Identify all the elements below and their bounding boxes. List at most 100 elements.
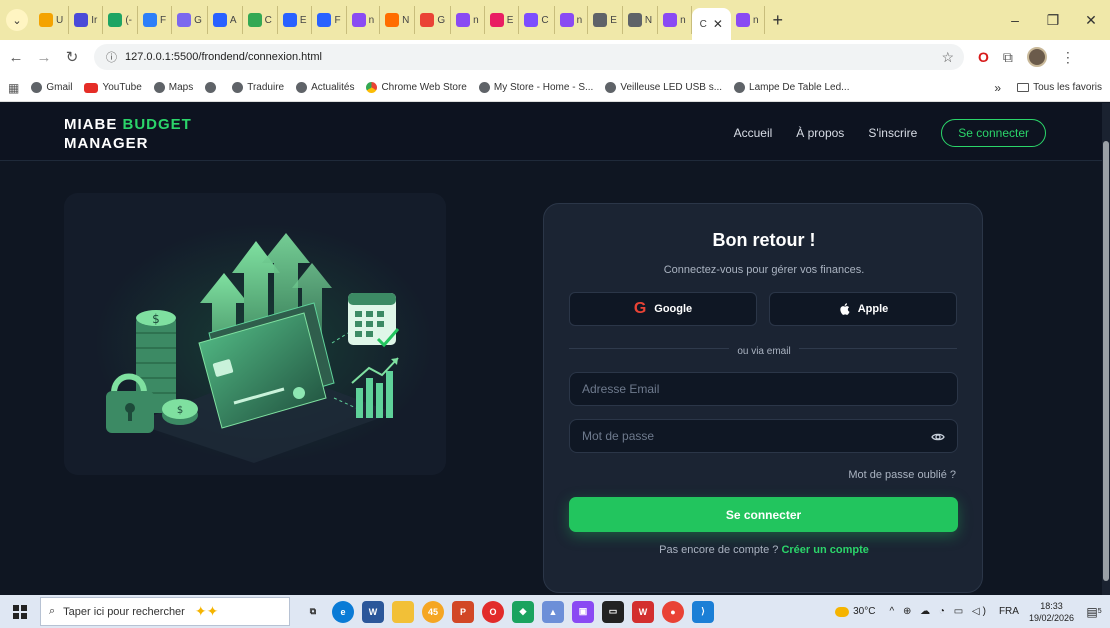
opera-icon[interactable]: O: [482, 600, 504, 623]
google-login-button[interactable]: G Google: [569, 292, 757, 326]
brand-logo[interactable]: MIABE BUDGET MANAGER: [64, 115, 214, 153]
opera-extension-icon[interactable]: O: [978, 49, 989, 65]
eye-icon[interactable]: [931, 430, 945, 444]
browser-tab[interactable]: n: [451, 6, 485, 34]
browser-tab-active[interactable]: C ✕: [691, 8, 731, 40]
url-field[interactable]: ⓘ 127.0.0.1:5500/frondend/connexion.html…: [94, 44, 964, 70]
bookmark-item[interactable]: Veilleuse LED USB s...: [605, 82, 722, 93]
all-bookmarks-link[interactable]: Tous les favoris: [1033, 82, 1102, 93]
close-window-icon[interactable]: ✕: [1072, 0, 1110, 40]
apple-icon: [840, 303, 850, 315]
login-submit-button[interactable]: Se connecter: [569, 497, 958, 532]
browser-tab[interactable]: G: [415, 6, 452, 34]
browser-tab[interactable]: n: [731, 6, 765, 34]
browser-tab[interactable]: C: [519, 6, 555, 34]
email-input[interactable]: [570, 373, 957, 405]
bookmark-item[interactable]: Lampe De Table Led...: [734, 82, 850, 93]
bookmark-item[interactable]: Chrome Web Store: [366, 82, 467, 93]
temperature: 30°C: [853, 606, 876, 617]
browser-menu-icon[interactable]: ⋮: [1061, 49, 1075, 66]
bookmark-item[interactable]: Maps: [153, 82, 193, 93]
notifications-icon[interactable]: ▤ 5: [1082, 600, 1106, 624]
edge-icon[interactable]: e: [332, 600, 354, 623]
browser-tab[interactable]: C: [243, 6, 278, 34]
windows-start-icon[interactable]: [0, 595, 40, 628]
nav-signup[interactable]: S'inscrire: [868, 126, 917, 140]
powerpoint-icon[interactable]: P: [452, 600, 474, 623]
tray-icons[interactable]: ^ ⊕ ☁ ◔ ▭ ◁): [889, 606, 988, 617]
terminal-icon[interactable]: ▭: [602, 600, 624, 623]
tab-favicon-icon: [317, 13, 332, 27]
apple-login-button[interactable]: Apple: [769, 292, 957, 326]
page-scrollbar[interactable]: [1102, 103, 1110, 595]
profile-avatar[interactable]: [1026, 47, 1047, 67]
clock[interactable]: 18:33 19/02/2026: [1029, 600, 1074, 624]
tab-favicon-icon: [177, 13, 192, 27]
bookmark-item[interactable]: My Store - Home - S...: [478, 82, 594, 93]
forward-icon[interactable]: →: [32, 49, 56, 66]
bookmark-item[interactable]: Actualités: [296, 82, 354, 93]
taskbar-search-input[interactable]: ⌕ Taper ici pour rechercher ✦✦: [40, 597, 290, 626]
browser-tab[interactable]: E: [588, 6, 623, 34]
forgot-password-link[interactable]: Mot de passe oublié ?: [848, 469, 956, 481]
bookmark-item[interactable]: Traduire: [232, 82, 284, 93]
bookmark-label: Gmail: [46, 82, 73, 93]
wps-icon[interactable]: W: [632, 600, 654, 623]
tab-favicon-icon: [593, 13, 608, 27]
restore-icon[interactable]: ❐: [1034, 0, 1072, 40]
create-account-link[interactable]: Créer un compte: [781, 544, 868, 556]
tab-search-icon[interactable]: ⌄: [6, 9, 28, 31]
bookmark-label: My Store - Home - S...: [493, 82, 594, 93]
browser-tab[interactable]: n: [347, 6, 381, 34]
extensions-icon[interactable]: ⧉: [1003, 49, 1013, 66]
browser-tab[interactable]: N: [380, 6, 416, 34]
app-purple-icon[interactable]: ▣: [572, 600, 594, 623]
chrome-icon[interactable]: ●: [662, 600, 684, 623]
vscode-icon[interactable]: ⟩: [692, 600, 714, 623]
apps-grid-icon[interactable]: ▦: [8, 81, 19, 95]
tab-label: F: [334, 14, 341, 26]
task-view-icon[interactable]: ⧉: [302, 601, 324, 623]
word-icon[interactable]: W: [362, 600, 384, 623]
photos-icon[interactable]: ▲: [542, 600, 564, 623]
language-indicator[interactable]: FRA: [999, 606, 1019, 617]
app-diamond-icon[interactable]: ◆: [512, 600, 534, 623]
browser-tab[interactable]: A: [208, 6, 243, 34]
bookmark-item[interactable]: [205, 82, 220, 93]
back-icon[interactable]: ←: [4, 49, 28, 66]
browser-tab[interactable]: F: [138, 6, 173, 34]
login-title: Bon retour !: [712, 230, 816, 250]
browser-tab[interactable]: E: [278, 6, 313, 34]
file-explorer-icon[interactable]: [392, 600, 414, 623]
badge-app-icon[interactable]: 45: [422, 600, 444, 623]
browser-tab[interactable]: n: [658, 6, 692, 34]
password-input[interactable]: [570, 420, 957, 452]
close-tab-icon[interactable]: ✕: [713, 17, 723, 31]
bookmarks-more-icon[interactable]: »: [994, 81, 1001, 95]
weather-widget[interactable]: 30°C: [835, 606, 875, 617]
reload-icon[interactable]: ↻: [60, 48, 84, 66]
bookmark-item[interactable]: YouTube: [84, 82, 142, 93]
browser-tab[interactable]: U: [34, 6, 70, 34]
site-info-icon[interactable]: ⓘ: [106, 49, 117, 65]
browser-tab[interactable]: F: [312, 6, 347, 34]
browser-tab[interactable]: n: [555, 6, 589, 34]
nav-about[interactable]: À propos: [796, 126, 844, 140]
tab-favicon-icon: [247, 13, 262, 27]
clock-date: 19/02/2026: [1028, 612, 1074, 623]
browser-tab[interactable]: (-: [103, 6, 139, 34]
browser-tab[interactable]: E: [485, 6, 520, 34]
nav-login-button[interactable]: Se connecter: [941, 119, 1046, 147]
minimize-icon[interactable]: –: [996, 0, 1034, 40]
bookmark-star-icon[interactable]: ☆: [941, 49, 954, 66]
new-tab-button[interactable]: +: [773, 10, 784, 31]
nav-home[interactable]: Accueil: [734, 126, 773, 140]
bookmark-item[interactable]: Gmail: [31, 82, 72, 93]
tab-label: n: [680, 14, 686, 26]
browser-tab[interactable]: G: [172, 6, 208, 34]
password-field[interactable]: [569, 419, 958, 453]
browser-tab[interactable]: Ir: [69, 6, 104, 34]
browser-tab[interactable]: N: [623, 6, 659, 34]
scrollbar-thumb[interactable]: [1103, 141, 1109, 581]
email-field[interactable]: [569, 372, 958, 406]
